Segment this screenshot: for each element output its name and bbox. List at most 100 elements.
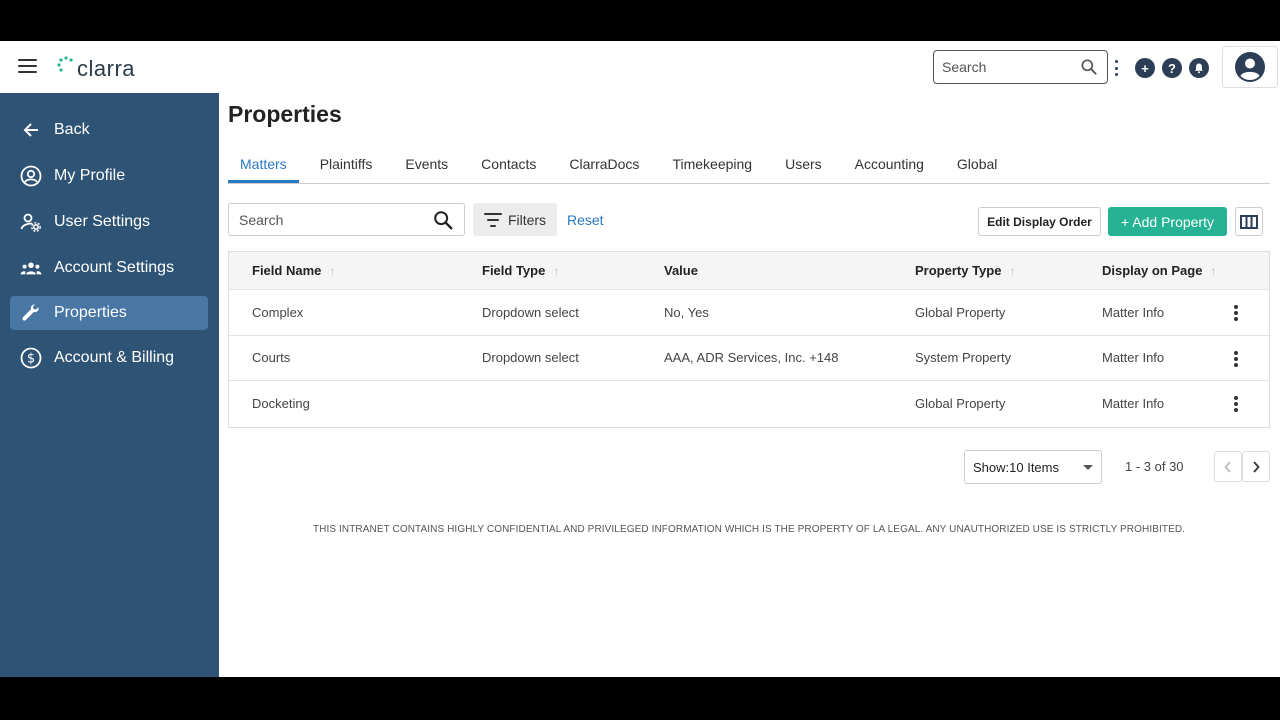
properties-table: Field Name ↑ Field Type ↑ Value Property T… [228,251,1270,428]
header-label: Field Name [252,263,322,278]
tab-bar: Matters Plaintiffs Events Contacts Clarr… [228,147,1270,184]
logo-text: clarra [77,56,136,81]
cell-field-type: Dropdown select [482,304,579,320]
tab-clarradocs[interactable]: ClarraDocs [557,147,651,183]
header-label: Property Type [915,263,1002,278]
sidebar-item-label: Account Settings [54,259,175,276]
tab-matters[interactable]: Matters [228,147,299,183]
filters-button[interactable]: Filters [473,203,557,236]
reset-link[interactable]: Reset [567,212,604,228]
sidebar-item-user-settings[interactable]: User Settings [10,205,208,239]
sidebar-item-label: My Profile [54,167,126,184]
page-size-label: Show:10 Items [973,459,1059,475]
columns-icon [1240,214,1258,229]
tab-plaintiffs[interactable]: Plaintiffs [308,147,385,183]
user-gear-icon [20,211,42,233]
filter-icon [483,212,502,227]
properties-search-box[interactable] [228,203,465,236]
cell-value: AAA, ADR Services, Inc. +148 [664,350,839,366]
cell-value: No, Yes [664,304,709,320]
properties-search-input[interactable] [239,211,419,228]
tab-contacts[interactable]: Contacts [469,147,548,183]
sort-arrow-icon[interactable]: ↑ [329,264,335,278]
pagination-range: 1 - 3 of 30 [1125,459,1184,474]
svg-text:$: $ [27,352,35,367]
page-title: Properties [228,101,342,127]
cell-field-name: Complex [252,304,304,320]
row-actions-icon[interactable] [1232,349,1240,369]
sort-arrow-icon[interactable]: ↑ [1210,264,1216,278]
tab-events[interactable]: Events [393,147,460,183]
header-display-on-page[interactable]: Display on Page ↑ [1102,252,1216,289]
table-row[interactable]: Complex Dropdown select No, Yes Global P… [229,290,1269,336]
tab-global[interactable]: Global [945,147,1009,183]
wrench-icon [20,302,42,324]
add-circle-icon[interactable]: + [1135,58,1155,78]
previous-page-button[interactable] [1214,451,1242,482]
caret-down-icon [1083,464,1093,470]
sidebar: Back My Profile User Settings Account Se… [0,93,219,677]
dollar-circle-icon: $ [20,347,42,369]
sidebar-item-properties[interactable]: Properties [10,296,208,330]
chevron-right-icon [1253,460,1260,473]
sidebar-item-label: Back [54,121,90,138]
sidebar-item-label: Properties [54,304,127,321]
row-actions-icon[interactable] [1232,303,1240,323]
sidebar-item-account-billing[interactable]: $ Account & Billing [10,341,208,375]
top-bar: clarra + ? [0,41,1280,93]
cell-field-name: Courts [252,350,291,366]
notification-bell-icon[interactable] [1189,58,1209,78]
header-label: Display on Page [1102,263,1203,278]
sort-arrow-icon[interactable]: ↑ [1009,264,1015,278]
clarra-logo[interactable]: clarra [56,55,135,83]
page-size-select[interactable]: Show:10 Items [964,450,1102,484]
tab-accounting[interactable]: Accounting [843,147,936,183]
header-field-name[interactable]: Field Name ↑ [252,252,335,289]
next-page-button[interactable] [1242,451,1270,482]
edit-display-order-button[interactable]: Edit Display Order [978,207,1101,236]
app-frame: clarra + ? Back [0,41,1280,677]
cell-property-type: Global Property [915,396,1006,412]
table-row[interactable]: Docketing Global Property Matter Info [229,381,1269,427]
header-field-type[interactable]: Field Type ↑ [482,252,559,289]
person-circle-icon [20,165,42,187]
search-icon[interactable] [432,209,454,231]
tab-users[interactable]: Users [773,147,834,183]
sort-arrow-icon[interactable]: ↑ [553,264,559,278]
add-property-button[interactable]: + Add Property [1108,207,1227,236]
header-label: Field Type [482,263,546,278]
cell-field-type: Dropdown select [482,350,579,366]
tab-timekeeping[interactable]: Timekeeping [660,147,764,183]
columns-toggle-button[interactable] [1235,207,1263,236]
cell-display-on-page: Matter Info [1102,396,1165,412]
help-icon[interactable]: ? [1162,58,1182,78]
cell-display-on-page: Matter Info [1102,350,1165,366]
cell-field-name: Docketing [252,396,310,412]
sidebar-item-my-profile[interactable]: My Profile [10,159,208,193]
sidebar-item-account-settings[interactable]: Account Settings [10,251,208,285]
sidebar-item-label: User Settings [54,213,151,230]
header-value: Value [664,252,698,289]
top-search-box[interactable] [933,50,1108,84]
cell-property-type: System Property [915,350,1012,366]
menu-icon[interactable] [18,59,37,75]
top-search-input[interactable] [942,59,1072,75]
user-avatar-button[interactable] [1222,46,1278,88]
chevron-left-icon [1224,460,1231,473]
sidebar-item-label: Account & Billing [54,349,175,366]
table-row[interactable]: Courts Dropdown select AAA, ADR Services… [229,336,1269,381]
table-header: Field Name ↑ Field Type ↑ Value Property T… [229,252,1269,290]
header-label: Value [664,263,698,278]
cell-property-type: Global Property [915,304,1006,320]
header-property-type[interactable]: Property Type ↑ [915,252,1015,289]
search-icon[interactable] [1079,57,1099,77]
sidebar-item-back[interactable]: Back [10,113,208,147]
more-vertical-icon[interactable] [1112,58,1120,78]
row-actions-icon[interactable] [1232,394,1240,414]
cell-display-on-page: Matter Info [1102,304,1165,320]
user-avatar-icon [1235,52,1265,82]
arrow-left-icon [20,119,42,141]
filters-label: Filters [507,211,547,228]
group-icon [20,257,42,279]
logo-mark-icon [57,56,73,72]
